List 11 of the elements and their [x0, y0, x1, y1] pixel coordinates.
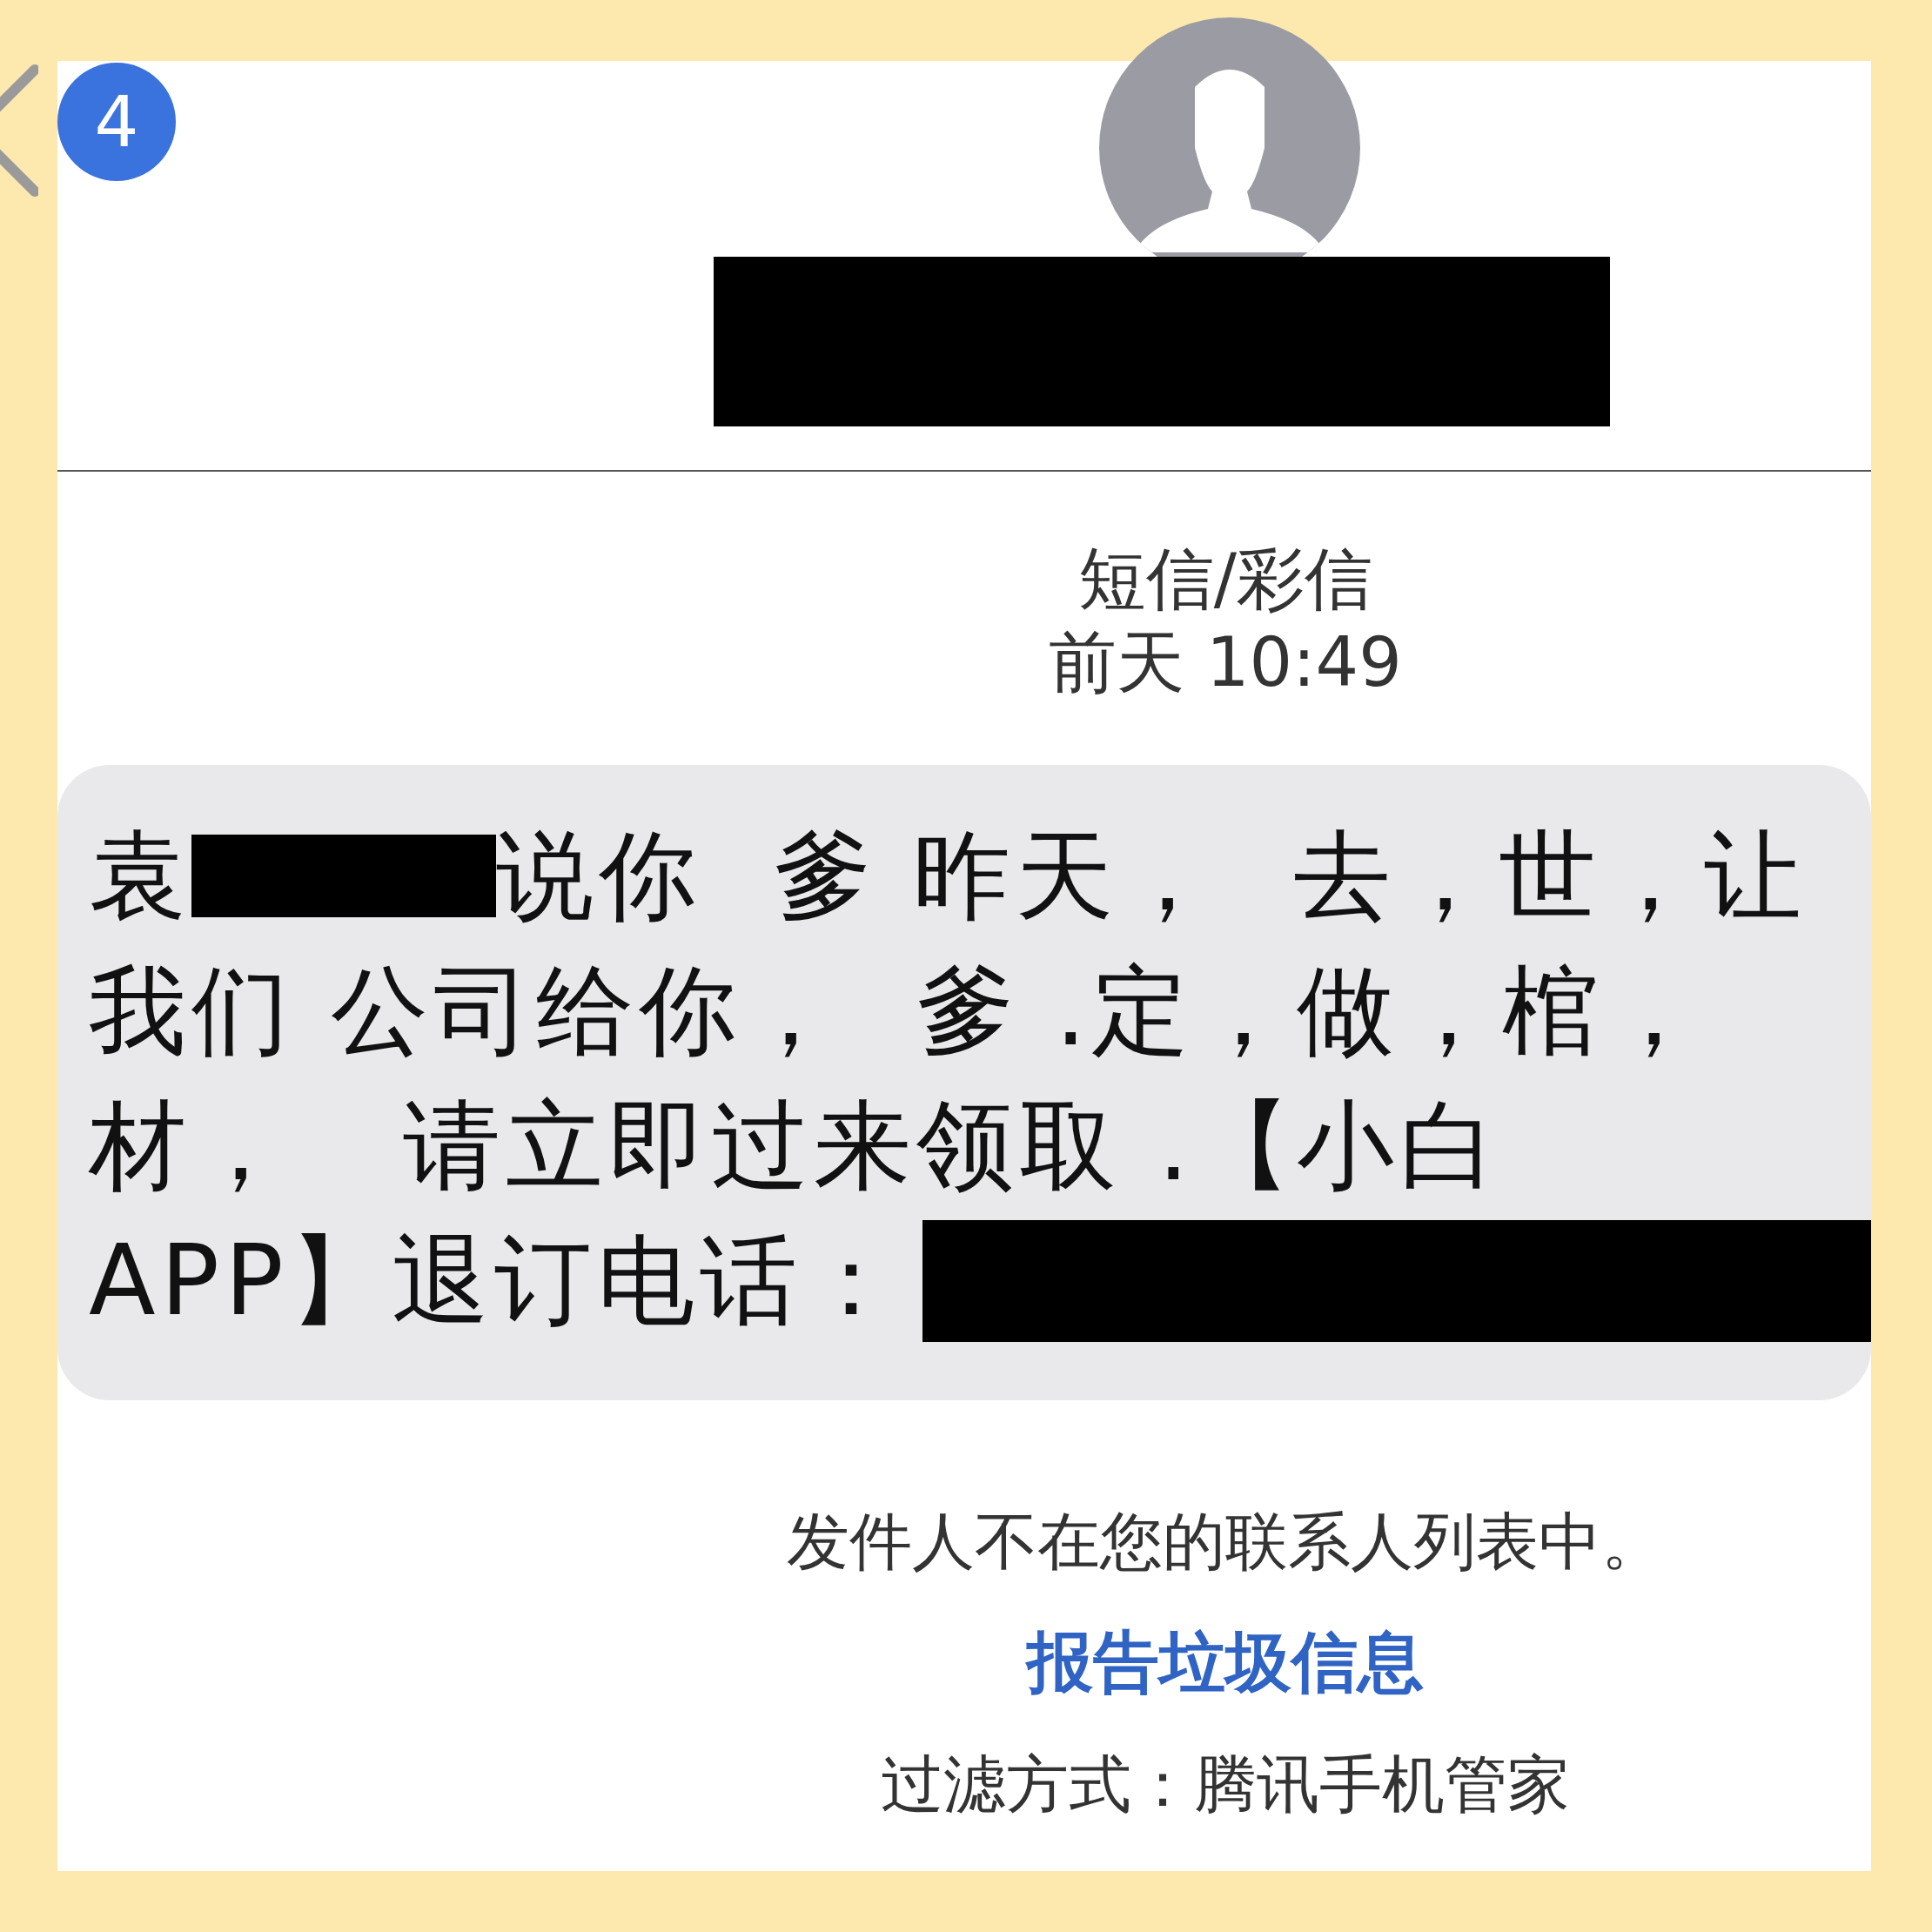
- message-text: APP】退订电话：: [89, 1223, 905, 1338]
- report-junk-link[interactable]: 报告垃圾信息: [1027, 1619, 1424, 1708]
- message-service-label: 短信/彩信: [1077, 539, 1373, 620]
- unread-badge: 4: [57, 63, 176, 181]
- sender-notice: 发件人不在您的联系人列表中。: [787, 1504, 1664, 1580]
- filter-info: 过滤方式：腾讯手机管家: [881, 1747, 1570, 1822]
- message-text: 我们 公司给你， 爹 .定，做，棺，: [89, 953, 1707, 1069]
- message-text: 材， 请立即过来领取 .【小白: [89, 1088, 1502, 1204]
- message-text: 说你 爹 昨天， 去，世，让: [496, 818, 1807, 934]
- message-timestamp: 前天 10:49: [1049, 622, 1402, 703]
- message-text: 袁: [89, 818, 191, 934]
